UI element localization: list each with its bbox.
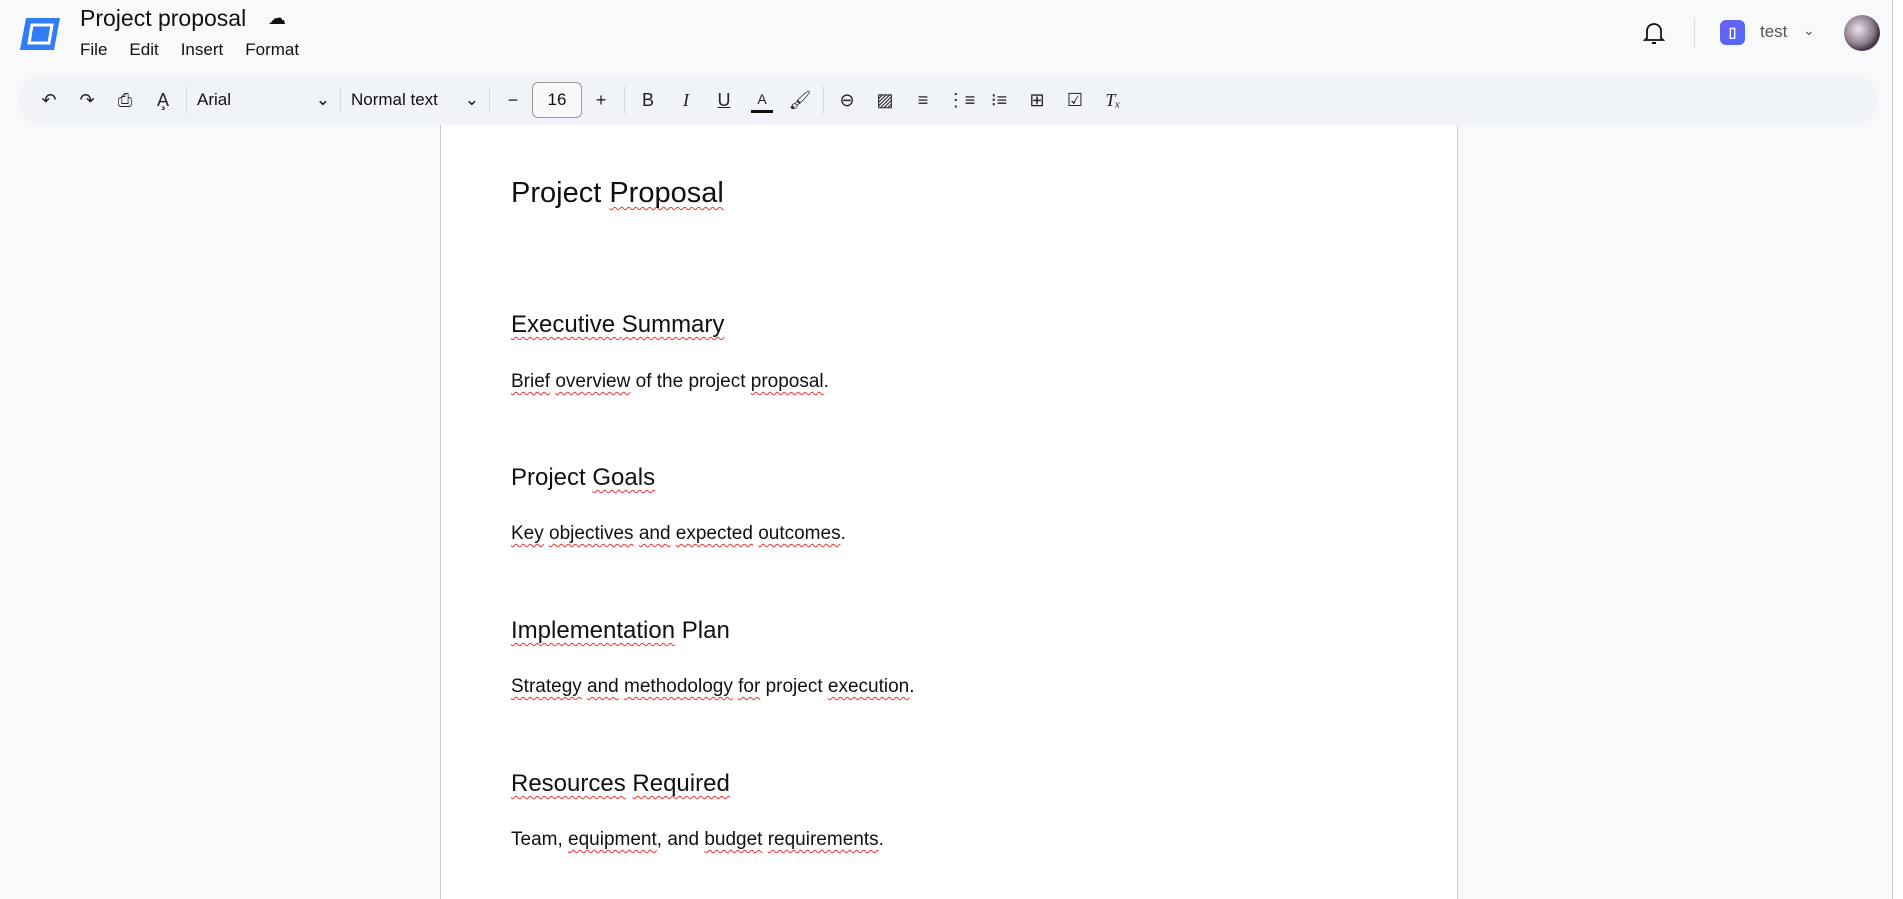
- menu-edit[interactable]: Edit: [129, 40, 158, 60]
- text-run: and: [638, 523, 671, 544]
- text-run: Key: [511, 523, 544, 544]
- text-run: Implementation: [511, 617, 676, 644]
- divider: [340, 86, 341, 114]
- text-run: , and: [656, 829, 705, 850]
- document-heading: Project Proposal: [511, 177, 724, 210]
- text-run: execution: [827, 676, 910, 697]
- text-run: budget: [704, 829, 763, 850]
- document-page[interactable]: Project Proposal Executive Summary Brief…: [440, 125, 1458, 899]
- image-icon[interactable]: ▨: [866, 81, 904, 119]
- italic-icon[interactable]: I: [667, 81, 705, 119]
- chevron-down-icon: ⌄: [464, 90, 479, 109]
- text-color-icon[interactable]: A: [751, 87, 773, 113]
- text-run: proposal: [750, 371, 824, 392]
- font-size-input[interactable]: 16: [532, 82, 582, 118]
- chevron-down-icon: ⌄: [315, 90, 330, 109]
- bell-icon[interactable]: [1642, 20, 1666, 46]
- text-run: and: [587, 676, 619, 697]
- text-run: Summary: [621, 311, 725, 338]
- text-run: .: [909, 676, 915, 697]
- align-icon[interactable]: ≡: [904, 81, 942, 119]
- document-title[interactable]: Project proposal: [80, 5, 246, 32]
- menu-file[interactable]: File: [80, 40, 107, 60]
- text-run: Team,: [511, 829, 569, 850]
- link-icon[interactable]: ⊖: [828, 81, 866, 119]
- text-run: objectives: [549, 523, 634, 544]
- divider: [823, 86, 824, 114]
- redo-icon[interactable]: ↷: [68, 81, 106, 119]
- increase-font-size-button[interactable]: +: [582, 81, 620, 119]
- avatar[interactable]: [1844, 15, 1880, 51]
- bulleted-list-icon[interactable]: ⁝≡: [980, 81, 1018, 119]
- chevron-down-icon[interactable]: ⌄: [1803, 22, 1815, 39]
- text-run: Plan: [675, 617, 730, 644]
- paragraph-style-value: Normal text: [351, 90, 438, 109]
- app-logo[interactable]: [18, 16, 62, 52]
- text-run: .: [878, 829, 884, 850]
- section-body: Brief overview of the project proposal.: [511, 371, 829, 393]
- text-run: Project: [511, 464, 593, 491]
- text-run: for: [738, 676, 761, 697]
- text-run: Project: [511, 177, 610, 209]
- toolbar: ↶ ↷ ⎙ A̧ Arial ⌄ Normal text ⌄ − 16 + B I …: [18, 75, 1878, 125]
- cloud-saved-icon: ☁: [268, 8, 286, 28]
- organization-icon[interactable]: ▯: [1720, 20, 1745, 45]
- text-run: of the project: [630, 371, 751, 392]
- menu-bar: File Edit Insert Format: [80, 40, 299, 60]
- organization-name[interactable]: test: [1760, 22, 1787, 42]
- text-run: Proposal: [609, 177, 724, 209]
- divider: [1694, 18, 1695, 48]
- text-run: project: [760, 676, 828, 697]
- highlight-icon[interactable]: 🖌︎: [781, 81, 819, 119]
- section-body: Strategy and methodology for project exe…: [511, 676, 915, 698]
- text-run: equipment: [568, 829, 657, 850]
- print-icon[interactable]: ⎙: [106, 81, 144, 119]
- paragraph-style-select[interactable]: Normal text ⌄: [345, 90, 485, 110]
- menu-format[interactable]: Format: [245, 40, 299, 60]
- menu-insert[interactable]: Insert: [181, 40, 224, 60]
- text-run: Brief: [511, 371, 551, 392]
- scrollbar[interactable]: [1892, 0, 1903, 899]
- underline-icon[interactable]: U: [705, 81, 743, 119]
- text-run: outcomes: [758, 523, 841, 544]
- font-family-value: Arial: [197, 90, 232, 109]
- section-heading: Implementation Plan: [511, 617, 730, 645]
- section-heading: Resources Required: [511, 770, 730, 798]
- text-run: Goals: [592, 464, 656, 491]
- text-run: methodology: [624, 676, 733, 697]
- text-run: .: [823, 371, 829, 392]
- text-run: requirements: [767, 829, 879, 850]
- bold-icon[interactable]: B: [629, 81, 667, 119]
- divider: [186, 86, 187, 114]
- divider: [489, 86, 490, 114]
- text-run: Executive: [511, 311, 622, 338]
- text-run: Strategy: [511, 676, 582, 697]
- spellcheck-icon[interactable]: A̧: [144, 81, 182, 119]
- decrease-font-size-button[interactable]: −: [494, 81, 532, 119]
- text-run: expected: [675, 523, 753, 544]
- text-run: Required: [632, 770, 730, 797]
- text-run: .: [840, 523, 846, 544]
- checklist-icon[interactable]: ☑: [1056, 81, 1094, 119]
- section-heading: Executive Summary: [511, 311, 724, 339]
- comment-icon[interactable]: ⊞: [1018, 81, 1056, 119]
- divider: [624, 86, 625, 114]
- clear-formatting-icon[interactable]: Tₓ: [1094, 81, 1132, 119]
- undo-icon[interactable]: ↶: [30, 81, 68, 119]
- section-body: Key objectives and expected outcomes.: [511, 523, 846, 545]
- font-family-select[interactable]: Arial ⌄: [191, 90, 336, 110]
- section-body: Team, equipment, and budget requirements…: [511, 829, 884, 851]
- numbered-list-icon[interactable]: ⋮≡: [942, 81, 980, 119]
- text-run: overview: [555, 371, 631, 392]
- text-run: Resources: [511, 770, 626, 797]
- section-heading: Project Goals: [511, 464, 655, 492]
